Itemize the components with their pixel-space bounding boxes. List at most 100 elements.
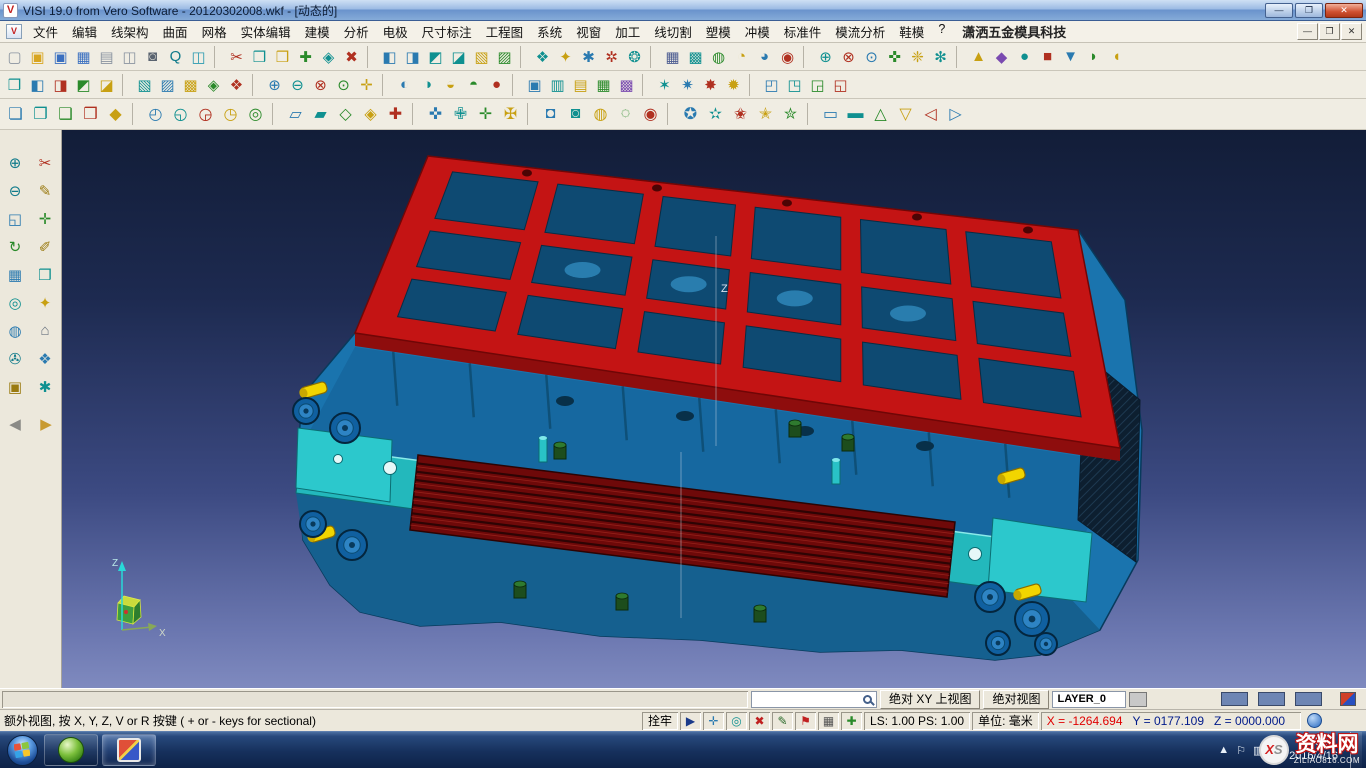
tool-icon[interactable]: ● <box>1013 45 1036 68</box>
tool-icon[interactable]: ◗ <box>1082 45 1105 68</box>
tool-icon[interactable]: ✚ <box>294 45 317 68</box>
pause-icon[interactable]: ◫ <box>187 45 210 68</box>
tool-icon[interactable]: ✻ <box>929 45 952 68</box>
tool-icon[interactable]: ◈ <box>317 45 340 68</box>
search-input[interactable] <box>751 691 877 708</box>
tool-icon[interactable]: ❖ <box>531 45 554 68</box>
tool-icon[interactable]: ◘ <box>538 102 563 127</box>
tool-icon[interactable]: ⊕ <box>263 73 286 96</box>
tool-icon[interactable]: ✂ <box>225 45 248 68</box>
grid-icon[interactable]: ▦ <box>818 712 839 730</box>
tool-icon[interactable]: ⊙ <box>332 73 355 96</box>
tool-icon[interactable]: ▽ <box>893 102 918 127</box>
menu-item[interactable]: 电极 <box>376 19 415 44</box>
menu-item[interactable]: 鞋模 <box>892 19 931 44</box>
tool-icon[interactable]: ◒ <box>439 73 462 96</box>
tool-icon[interactable]: ▨ <box>156 73 179 96</box>
new-file-icon[interactable]: ▢ <box>3 45 26 68</box>
tool-icon[interactable]: ◇ <box>333 102 358 127</box>
tool-icon[interactable]: ◲ <box>806 73 829 96</box>
zoom-in-icon[interactable]: ⊕ <box>3 150 28 175</box>
camera-icon[interactable]: ◙ <box>141 45 164 68</box>
close-button[interactable]: ✕ <box>1325 3 1363 18</box>
titlebar[interactable]: V VISI 19.0 from Vero Software - 2012030… <box>0 0 1366 21</box>
cursor-mode-icon[interactable]: ▶ <box>680 712 701 730</box>
move-icon[interactable]: ✛ <box>33 206 58 231</box>
menu-item[interactable]: 视窗 <box>569 19 608 44</box>
tool-icon[interactable]: ⊖ <box>286 73 309 96</box>
menu-item[interactable]: 实体编辑 <box>234 19 298 44</box>
taskbar-app-visi[interactable] <box>44 734 98 766</box>
save-icon[interactable]: ▣ <box>49 45 72 68</box>
rotate-view-icon[interactable]: ↻ <box>3 234 28 259</box>
tool-icon[interactable]: ◍ <box>707 45 730 68</box>
print-icon[interactable]: ▤ <box>95 45 118 68</box>
tool-icon[interactable]: ✶ <box>653 73 676 96</box>
tool-icon[interactable]: ◨ <box>401 45 424 68</box>
tool-icon[interactable]: ❒ <box>3 73 26 96</box>
tool-icon[interactable]: ◎ <box>243 102 268 127</box>
menu-item[interactable]: 网格 <box>195 19 234 44</box>
trim-icon[interactable]: ✂ <box>33 150 58 175</box>
menu-item[interactable]: 线架构 <box>104 19 156 44</box>
lock-toggle[interactable]: 拴牢 <box>642 712 678 730</box>
annotate-icon[interactable]: ✐ <box>33 234 58 259</box>
tool-icon[interactable]: ✜ <box>883 45 906 68</box>
layer-combobox[interactable]: LAYER_0 <box>1052 691 1126 708</box>
tool-icon[interactable]: ◖ <box>1105 45 1128 68</box>
zoom-q-icon[interactable]: Q <box>164 45 187 68</box>
tool-icon[interactable]: ✚ <box>383 102 408 127</box>
tool-icon[interactable]: ✷ <box>676 73 699 96</box>
tool-icon[interactable]: ◙ <box>563 102 588 127</box>
viewport-canvas[interactable]: Z Z X <box>62 130 1366 688</box>
view-xy-button[interactable]: 绝对 XY 上视图 <box>880 690 980 709</box>
tool-icon[interactable]: ⊙ <box>860 45 883 68</box>
tool-icon[interactable]: ◧ <box>378 45 401 68</box>
viewport-layout-button-1[interactable] <box>1221 692 1248 706</box>
menu-item[interactable]: 加工 <box>608 19 647 44</box>
tool-icon[interactable]: ◁ <box>918 102 943 127</box>
mdi-close-button[interactable]: ✕ <box>1341 23 1362 40</box>
menu-item[interactable]: 尺寸标注 <box>415 19 479 44</box>
tool-icon[interactable]: ❏ <box>3 102 28 127</box>
tool-icon[interactable]: ▦ <box>661 45 684 68</box>
tool-icon[interactable]: ◆ <box>990 45 1013 68</box>
tool-icon[interactable]: ◕ <box>753 45 776 68</box>
tool-icon[interactable]: ▨ <box>493 45 516 68</box>
viewport-layout-button-3[interactable] <box>1295 692 1322 706</box>
tool-icon[interactable]: △ <box>868 102 893 127</box>
print-preview-icon[interactable]: ◫ <box>118 45 141 68</box>
tool-icon[interactable]: ✫ <box>703 102 728 127</box>
tool-icon[interactable]: ▷ <box>943 102 968 127</box>
menu-item[interactable]: 分析 <box>337 19 376 44</box>
tool-icon[interactable]: ▭ <box>818 102 843 127</box>
tool-icon[interactable]: ◱ <box>829 73 852 96</box>
tool-icon[interactable]: ❑ <box>53 102 78 127</box>
tool-icon[interactable]: ▱ <box>283 102 308 127</box>
layer-color-swatch[interactable] <box>1129 692 1147 707</box>
tool-icon[interactable]: ▰ <box>308 102 333 127</box>
tool-icon[interactable]: ◷ <box>218 102 243 127</box>
tool-icon[interactable]: ◑ <box>416 73 439 96</box>
tool-icon[interactable]: ❂ <box>623 45 646 68</box>
tool-icon[interactable]: ◈ <box>358 102 383 127</box>
action-center-icon[interactable]: ⚐ <box>1236 744 1246 757</box>
edit-icon[interactable]: ✎ <box>772 712 793 730</box>
menu-item[interactable]: 线切割 <box>647 19 699 44</box>
tool-icon[interactable]: ✠ <box>498 102 523 127</box>
tool-icon[interactable]: ◉ <box>638 102 663 127</box>
tool-icon[interactable]: ▩ <box>179 73 202 96</box>
menu-item[interactable]: 曲面 <box>156 19 195 44</box>
tool-icon[interactable]: ▤ <box>569 73 592 96</box>
forward-icon[interactable]: ▶ <box>34 411 59 436</box>
grid-view-icon[interactable]: ▦ <box>3 262 28 287</box>
zoom-out-icon[interactable]: ⊖ <box>3 178 28 203</box>
tool-icon[interactable]: ▼ <box>1059 45 1082 68</box>
tool-icon[interactable]: ▧ <box>133 73 156 96</box>
tool-icon[interactable]: ✲ <box>600 45 623 68</box>
tool-icon[interactable]: ❈ <box>906 45 929 68</box>
tool-icon[interactable]: ▬ <box>843 102 868 127</box>
mold-assembly[interactable]: Z <box>293 156 1142 660</box>
solid-view-icon[interactable]: ❒ <box>33 262 58 287</box>
shade-icon[interactable]: ◍ <box>3 318 28 343</box>
